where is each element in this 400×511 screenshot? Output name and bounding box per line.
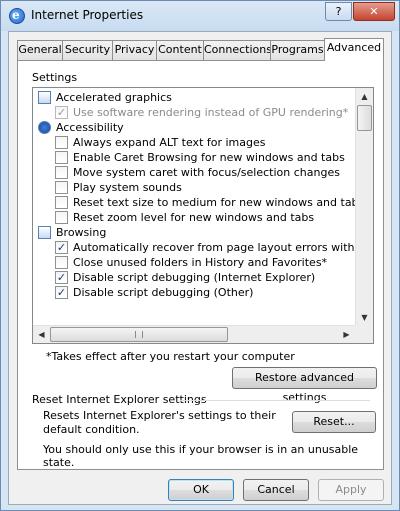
category-label: Accessibility	[56, 121, 124, 134]
restore-advanced-settings-button[interactable]: Restore advanced settings	[232, 367, 377, 404]
restart-note: *Takes effect after you restart your com…	[46, 350, 295, 363]
setting-label: Always expand ALT text for images	[73, 136, 266, 149]
settings-rows: Accelerated graphics ✓ Use software rend…	[33, 88, 355, 326]
setting-label: Move system caret with focus/selection c…	[73, 166, 340, 179]
internet-explorer-icon: e	[9, 8, 25, 24]
horizontal-scroll-thumb[interactable]	[50, 327, 228, 342]
reset-zoom-level-checkbox[interactable]	[55, 211, 68, 224]
move-system-caret-checkbox[interactable]	[55, 166, 68, 179]
settings-label: Settings	[32, 71, 78, 84]
setting-label: Reset zoom level for new windows and tab…	[73, 211, 315, 224]
tab-content[interactable]: Content	[156, 40, 204, 60]
category-label: Browsing	[56, 226, 107, 239]
setting-label: Use software rendering instead of GPU re…	[73, 106, 349, 119]
setting-label: Disable script debugging (Other)	[73, 286, 254, 299]
play-system-sounds-checkbox[interactable]	[55, 181, 68, 194]
disable-script-debugging-ie-checkbox[interactable]: ✓	[55, 271, 68, 284]
accessibility-icon	[38, 121, 51, 134]
reset-text-size-checkbox[interactable]	[55, 196, 68, 209]
reset-description: Resets Internet Explorer's settings to t…	[43, 409, 276, 436]
category-label: Accelerated graphics	[56, 91, 172, 104]
caret-browsing-checkbox[interactable]	[55, 151, 68, 164]
setting-label: Play system sounds	[73, 181, 182, 194]
expand-alt-text-checkbox[interactable]	[55, 136, 68, 149]
window-title: Internet Properties	[31, 8, 144, 22]
close-button[interactable]: ✕	[353, 2, 395, 21]
tab-security[interactable]: Security	[62, 40, 113, 60]
cancel-button[interactable]: Cancel	[243, 479, 309, 501]
setting-label: Reset text size to medium for new window…	[73, 196, 355, 209]
tab-connections[interactable]: Connections	[203, 40, 272, 60]
tab-general[interactable]: General	[17, 40, 63, 60]
setting-label: Automatically recover from page layout e…	[73, 241, 355, 254]
horizontal-scrollbar[interactable]: ◀ ▶	[33, 325, 355, 343]
ok-button[interactable]: OK	[168, 479, 234, 501]
settings-tree-list[interactable]: Accelerated graphics ✓ Use software rend…	[32, 87, 374, 344]
scroll-up-arrow-icon[interactable]: ▲	[356, 88, 373, 105]
scroll-down-arrow-icon[interactable]: ▼	[356, 309, 373, 326]
tab-privacy[interactable]: Privacy	[112, 40, 157, 60]
tab-advanced[interactable]: Advanced	[324, 38, 384, 61]
vertical-scrollbar[interactable]: ▲ ▼	[355, 88, 373, 326]
help-button[interactable]: ?	[325, 2, 352, 21]
unusable-state-note: You should only use this if your browser…	[43, 443, 359, 469]
tab-programs[interactable]: Programs	[270, 40, 325, 60]
disable-script-debugging-other-checkbox[interactable]: ✓	[55, 286, 68, 299]
setting-label: Disable script debugging (Internet Explo…	[73, 271, 316, 284]
reset-button[interactable]: Reset...	[292, 411, 376, 433]
dialog-client-area: General Security Privacy Content Connect…	[8, 31, 392, 505]
scroll-corner	[355, 325, 373, 343]
advanced-tab-panel: Settings Accelerated graphics ✓ Use soft…	[17, 60, 384, 470]
monitor-icon	[38, 91, 51, 104]
setting-label: Enable Caret Browsing for new windows an…	[73, 151, 345, 164]
browsing-icon	[38, 226, 51, 239]
grip-icon	[135, 331, 143, 338]
close-unused-folders-checkbox[interactable]	[55, 256, 68, 269]
title-bar[interactable]: e Internet Properties ? ✕	[1, 1, 399, 31]
software-rendering-checkbox[interactable]: ✓	[55, 106, 68, 119]
scroll-right-arrow-icon[interactable]: ▶	[338, 326, 355, 343]
apply-button[interactable]: Apply	[318, 479, 384, 501]
scroll-left-arrow-icon[interactable]: ◀	[33, 326, 50, 343]
vertical-scroll-thumb[interactable]	[357, 105, 372, 131]
internet-properties-window: e Internet Properties ? ✕ General Securi…	[0, 0, 400, 511]
section-divider	[180, 400, 370, 401]
setting-label: Close unused folders in History and Favo…	[73, 256, 328, 269]
auto-recover-layout-checkbox[interactable]: ✓	[55, 241, 68, 254]
